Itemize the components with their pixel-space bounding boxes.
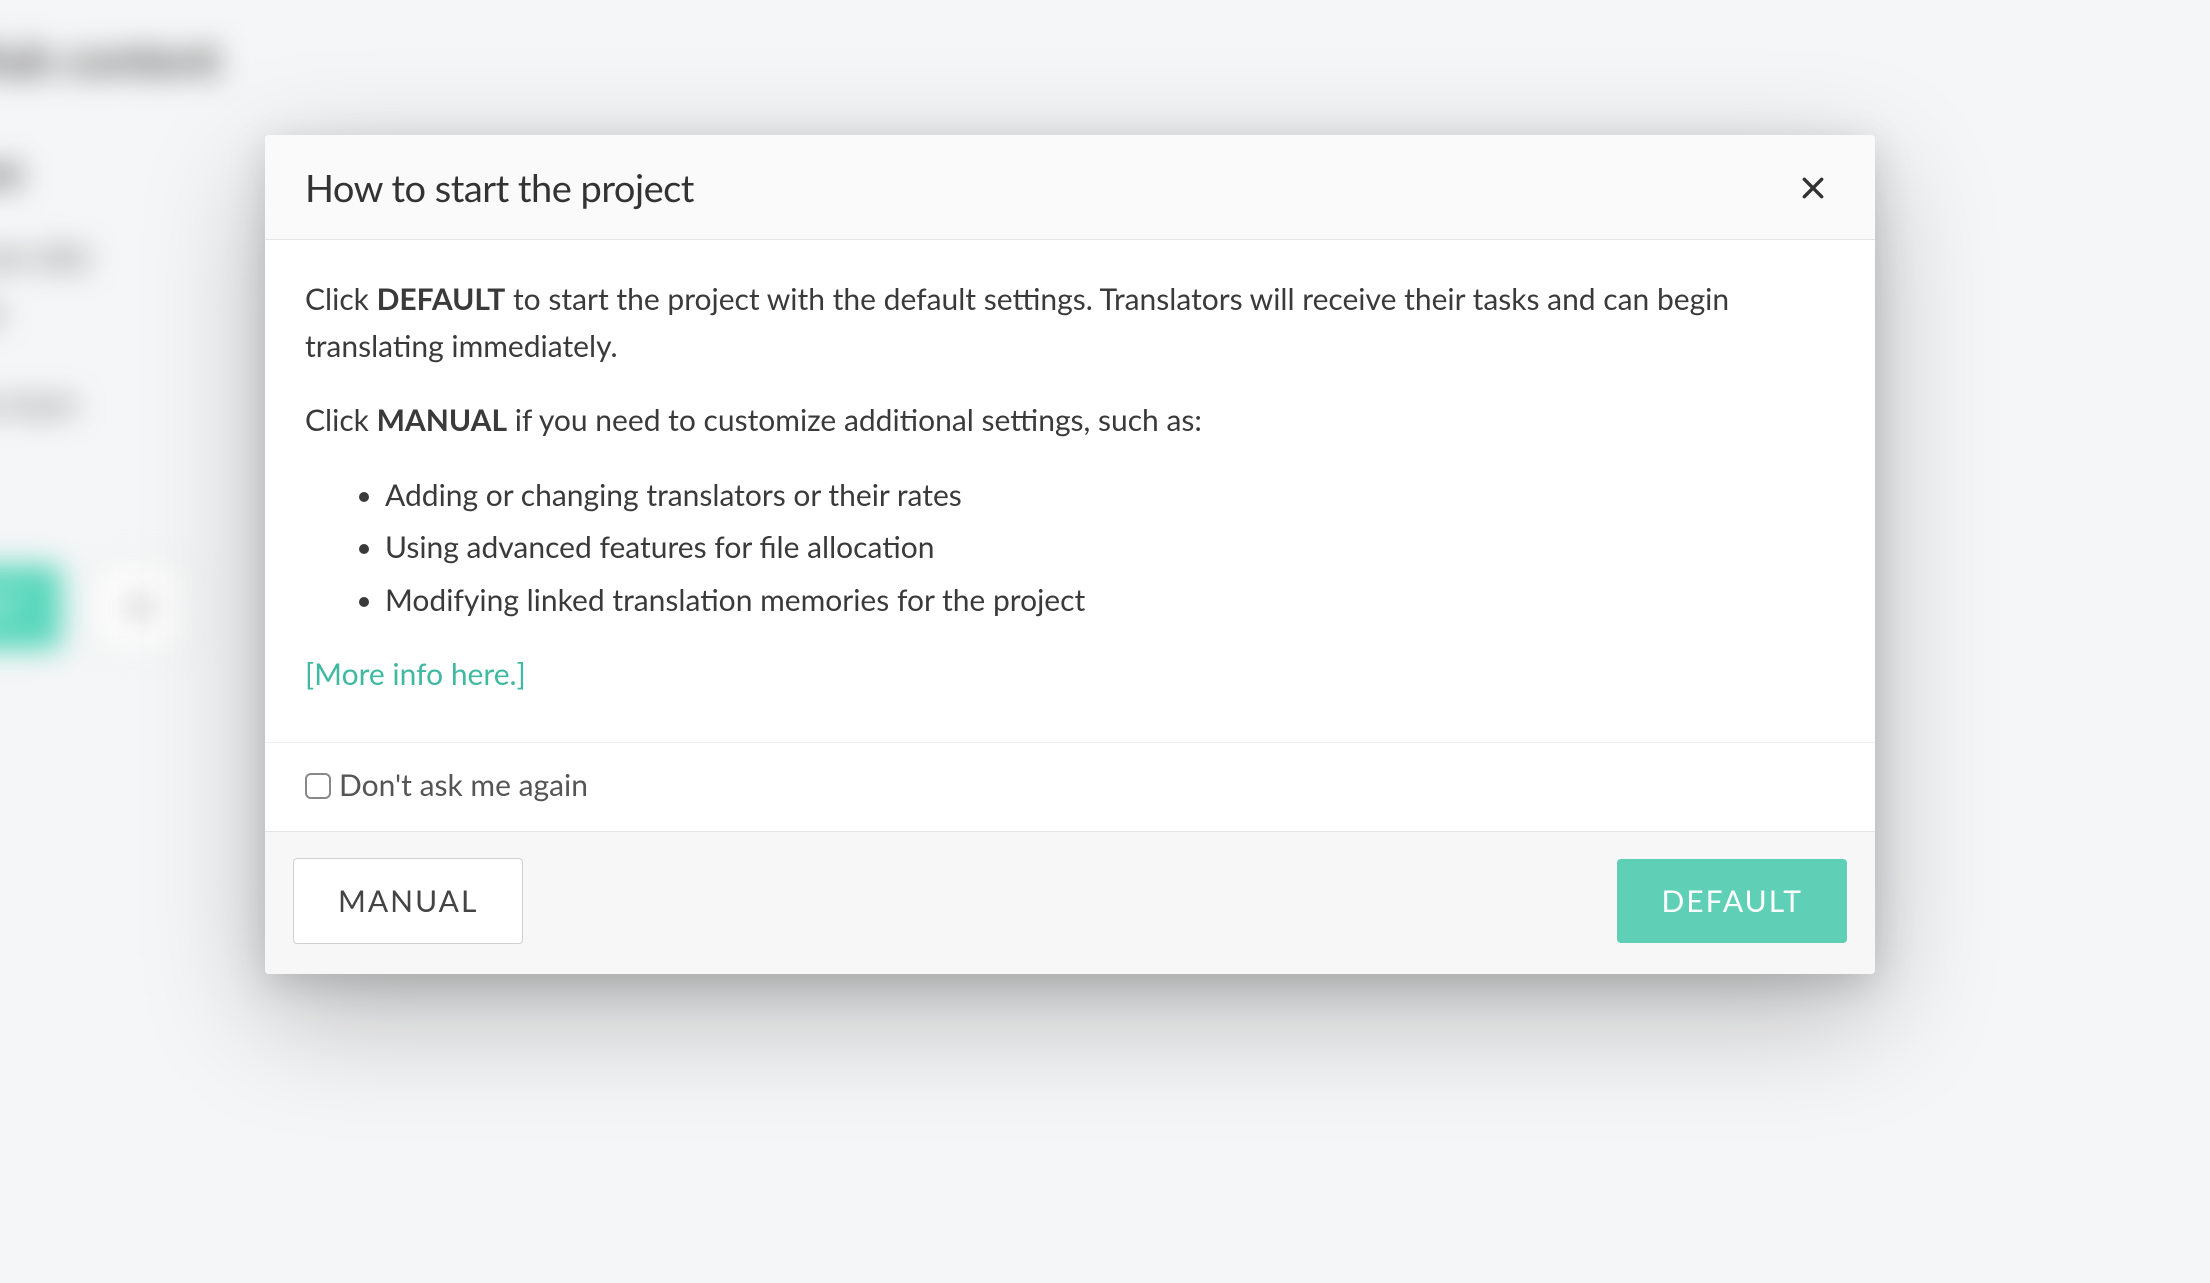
modal-paragraph-manual: Click MANUAL if you need to customize ad… xyxy=(305,397,1835,444)
start-project-modal: How to start the project Click DEFAULT t… xyxy=(265,135,1875,974)
modal-footer: MANUAL DEFAULT xyxy=(265,831,1875,974)
text: Click xyxy=(305,402,377,438)
bg-page-title: GitHub content xyxy=(0,32,2210,87)
more-info-link[interactable]: [More info here.] xyxy=(305,656,526,692)
manual-button[interactable]: MANUAL xyxy=(293,858,523,944)
dont-ask-label[interactable]: Don't ask me again xyxy=(339,767,588,803)
dont-ask-checkbox[interactable] xyxy=(305,773,331,799)
text: if you need to customize additional sett… xyxy=(507,402,1202,438)
more-info-wrapper: [More info here.] xyxy=(305,651,1835,698)
modal-title: How to start the project xyxy=(305,165,694,211)
modal-body: Click DEFAULT to start the project with … xyxy=(265,240,1875,742)
close-button[interactable] xyxy=(1791,166,1835,210)
list-item: Modifying linked translation memories fo… xyxy=(385,577,1835,624)
text: to start the project with the default se… xyxy=(305,281,1729,364)
text: Click xyxy=(305,281,377,317)
dont-ask-row: Don't ask me again xyxy=(265,742,1875,831)
list-item: Using advanced features for file allocat… xyxy=(385,524,1835,571)
close-icon xyxy=(1800,175,1826,201)
default-button[interactable]: DEFAULT xyxy=(1617,859,1847,943)
bg-secondary-button: M xyxy=(93,565,186,649)
manual-keyword: MANUAL xyxy=(377,402,507,438)
default-keyword: DEFAULT xyxy=(377,281,506,317)
list-item: Adding or changing translators or their … xyxy=(385,472,1835,519)
bg-primary-button: PROJECT xyxy=(0,565,62,649)
modal-header: How to start the project xyxy=(265,135,1875,240)
manual-options-list: Adding or changing translators or their … xyxy=(305,472,1835,624)
modal-paragraph-default: Click DEFAULT to start the project with … xyxy=(305,276,1835,369)
